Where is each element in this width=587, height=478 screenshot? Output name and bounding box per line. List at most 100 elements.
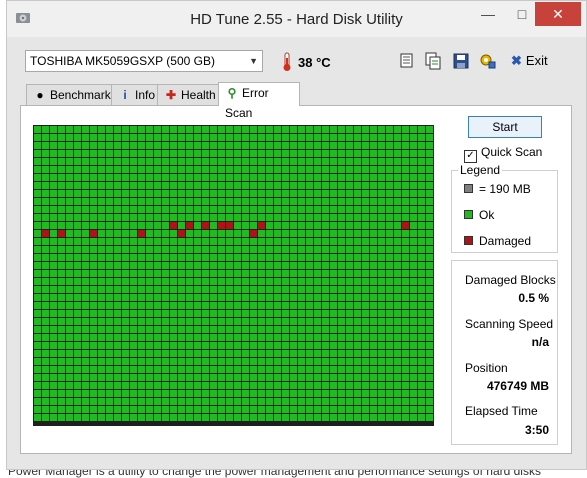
grid-cell-ok (114, 182, 121, 189)
grid-cell-ok (290, 254, 297, 261)
grid-cell-ok (130, 158, 137, 165)
grid-cell-ok (298, 214, 305, 221)
grid-cell-ok (394, 142, 401, 149)
grid-cell-ok (114, 326, 121, 333)
grid-cell-ok (258, 414, 265, 421)
grid-cell-ok (370, 182, 377, 189)
grid-cell-ok (378, 166, 385, 173)
grid-cell-ok (266, 166, 273, 173)
legend-item-block-size: = 190 MB (464, 182, 531, 196)
options-icon[interactable] (479, 52, 497, 70)
grid-cell-ok (122, 222, 129, 229)
grid-cell-ok (210, 374, 217, 381)
grid-cell-ok (338, 126, 345, 133)
grid-cell-ok (186, 246, 193, 253)
grid-cell-ok (74, 334, 81, 341)
grid-cell-ok (266, 190, 273, 197)
drive-select[interactable]: TOSHIBA MK5059GSXP (500 GB) ▼ (25, 50, 263, 72)
close-button[interactable]: ✕ (535, 2, 581, 26)
grid-cell-ok (42, 294, 49, 301)
grid-cell-ok (418, 414, 425, 421)
copy-all-icon[interactable] (424, 52, 442, 70)
grid-cell-ok (34, 318, 41, 325)
grid-cell-ok (34, 246, 41, 253)
start-button[interactable]: Start (468, 116, 542, 138)
grid-cell-ok (402, 398, 409, 405)
grid-cell-ok (106, 222, 113, 229)
grid-cell-ok (282, 230, 289, 237)
grid-cell-ok (34, 222, 41, 229)
copy-icon[interactable] (397, 52, 415, 70)
grid-cell-ok (178, 198, 185, 205)
grid-cell-ok (346, 310, 353, 317)
grid-cell-ok (98, 126, 105, 133)
tab-info[interactable]: i Info (111, 84, 158, 105)
grid-cell-ok (50, 238, 57, 245)
grid-cell-ok (226, 398, 233, 405)
grid-cell-ok (282, 278, 289, 285)
tab-benchmark[interactable]: ● Benchmark (26, 84, 112, 105)
grid-cell-ok (146, 190, 153, 197)
red-swatch-icon (464, 236, 473, 245)
grid-cell-ok (346, 190, 353, 197)
grid-cell-ok (410, 222, 417, 229)
grid-cell-ok (290, 342, 297, 349)
grid-cell-ok (354, 150, 361, 157)
grid-cell-ok (378, 310, 385, 317)
grid-cell-ok (242, 326, 249, 333)
grid-cell-ok (50, 270, 57, 277)
grid-cell-ok (186, 238, 193, 245)
grid-cell-ok (314, 166, 321, 173)
grid-cell-ok (234, 390, 241, 397)
grid-cell-ok (170, 406, 177, 413)
grid-cell-ok (330, 246, 337, 253)
grid-cell-ok (82, 374, 89, 381)
grid-cell-ok (138, 358, 145, 365)
grid-cell-ok (130, 318, 137, 325)
save-icon[interactable] (452, 52, 470, 70)
grid-cell-ok (218, 334, 225, 341)
grid-cell-ok (130, 278, 137, 285)
grid-cell-ok (82, 182, 89, 189)
grid-cell-ok (314, 158, 321, 165)
grid-cell-ok (226, 126, 233, 133)
grid-cell-ok (274, 166, 281, 173)
grid-cell-ok (338, 262, 345, 269)
grid-cell-ok (426, 342, 433, 349)
minimize-button[interactable]: — (471, 2, 505, 26)
grid-cell-ok (154, 214, 161, 221)
grid-cell-ok (138, 334, 145, 341)
grid-cell-ok (314, 190, 321, 197)
grid-cell-ok (98, 366, 105, 373)
grid-cell-ok (346, 230, 353, 237)
exit-button[interactable]: ✖ Exit (511, 53, 548, 69)
grid-cell-ok (162, 318, 169, 325)
grid-cell-ok (186, 174, 193, 181)
grid-cell-ok (282, 238, 289, 245)
grid-cell-ok (122, 230, 129, 237)
grid-cell-ok (114, 158, 121, 165)
grid-cell-ok (50, 318, 57, 325)
grid-cell-ok (162, 390, 169, 397)
grid-cell-ok (354, 134, 361, 141)
grid-cell-ok (66, 318, 73, 325)
maximize-button[interactable]: □ (505, 2, 539, 26)
grid-cell-ok (274, 142, 281, 149)
grid-cell-ok (234, 278, 241, 285)
grid-cell-ok (370, 254, 377, 261)
grid-cell-ok (106, 230, 113, 237)
tab-error-scan[interactable]: ⚲ Error Scan (218, 82, 300, 120)
grid-cell-ok (106, 374, 113, 381)
grid-cell-ok (218, 310, 225, 317)
grid-cell-ok (378, 286, 385, 293)
tab-health[interactable]: ✚ Health (157, 84, 219, 105)
grid-cell-ok (322, 262, 329, 269)
grid-cell-ok (314, 398, 321, 405)
grid-cell-ok (194, 334, 201, 341)
grid-cell-ok (282, 294, 289, 301)
grid-cell-ok (266, 358, 273, 365)
grid-cell-ok (330, 318, 337, 325)
quick-scan-checkbox[interactable]: ✓ Quick Scan (464, 145, 542, 163)
grid-cell-ok (346, 294, 353, 301)
grid-cell-ok (266, 214, 273, 221)
